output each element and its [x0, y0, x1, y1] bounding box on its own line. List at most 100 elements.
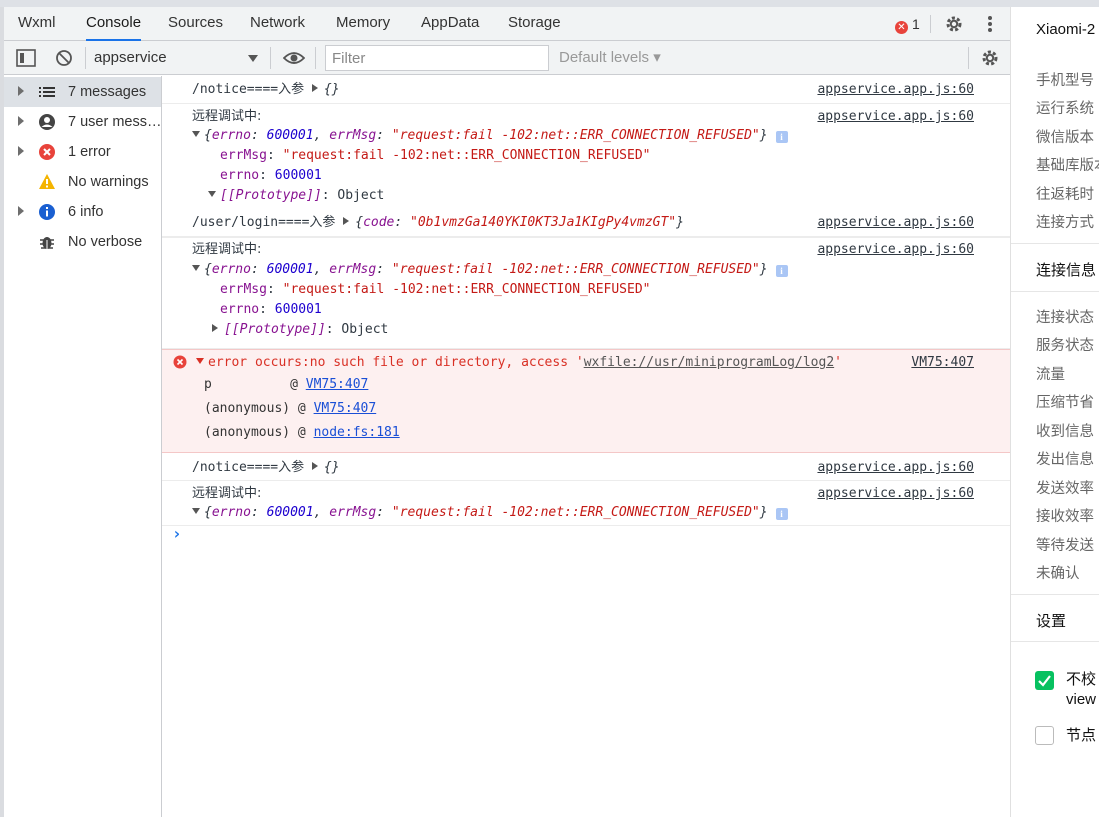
object-preview[interactable]: {errno: 600001, errMsg: "request:fail -1…	[192, 504, 788, 522]
stack-frame: (anonymous) @ VM75:407	[204, 401, 377, 416]
object-preview[interactable]: {}	[324, 82, 340, 97]
tab-network[interactable]: Network	[250, 7, 305, 41]
devtools-panel: Wxml Console Sources Network Memory AppD…	[0, 7, 1010, 817]
section-title: 连接信息	[1036, 262, 1097, 279]
console-message: /notice====入参 {} appservice.app.js:60	[162, 76, 1010, 104]
divider	[1011, 291, 1099, 292]
sidebar-item-verbose[interactable]: No verbose	[4, 227, 161, 257]
tab-console[interactable]: Console	[86, 7, 142, 41]
source-link[interactable]: appservice.app.js:60	[817, 241, 974, 259]
stack-frame: p @ VM75:407	[204, 377, 369, 392]
filter-placeholder: Filter	[332, 50, 366, 67]
property-errno: errno: 600001	[220, 302, 322, 317]
settings-gear-icon[interactable]	[944, 14, 964, 34]
bug-icon	[40, 237, 54, 249]
object-preview[interactable]: {errno: 600001, errMsg: "request:fail -1…	[192, 127, 788, 145]
collapse-arrow-icon[interactable]	[192, 265, 200, 271]
sidebar-item-errors[interactable]: 1 error	[4, 137, 161, 167]
clear-console-icon[interactable]	[55, 49, 73, 67]
conn-label: 收到信息	[1036, 424, 1094, 440]
eye-icon[interactable]	[283, 50, 305, 66]
sidebar-item-label: No verbose	[68, 234, 143, 250]
source-link[interactable]: appservice.app.js:60	[817, 81, 974, 99]
sidebar-item-info[interactable]: 6 info	[4, 197, 161, 227]
tab-storage[interactable]: Storage	[508, 7, 561, 41]
console-message: 远程调试中: appservice.app.js:60 {errno: 6000…	[162, 237, 1010, 349]
expand-arrow-icon[interactable]	[18, 206, 24, 216]
checkbox-label-line2: view	[1066, 691, 1097, 708]
conn-label: 压缩节省	[1036, 395, 1094, 411]
info-icon: i	[775, 508, 788, 520]
expand-arrow-icon[interactable]	[18, 116, 24, 126]
info-label: 连接方式	[1036, 215, 1094, 231]
property-prototype[interactable]: [[Prototype]]: Object	[212, 321, 388, 339]
console-output: /notice====入参 {} appservice.app.js:60 远程…	[162, 76, 1010, 817]
source-link[interactable]: appservice.app.js:60	[817, 459, 974, 477]
divider	[1011, 594, 1099, 595]
conn-label: 发送效率	[1036, 481, 1094, 497]
levels-dropdown[interactable]: Default levels ▾	[559, 48, 661, 66]
console-prompt[interactable]: ›	[172, 524, 182, 543]
more-vertical-icon[interactable]	[986, 14, 994, 34]
info-icon: i	[775, 265, 788, 277]
divider	[1011, 641, 1099, 642]
checkbox-unchecked[interactable]	[1035, 726, 1054, 745]
error-source-link[interactable]: VM75:407	[911, 354, 974, 372]
error-icon	[39, 144, 55, 160]
collapse-arrow-icon[interactable]	[196, 358, 204, 364]
chevron-down-icon[interactable]	[248, 55, 258, 62]
info-label: 微信版本	[1036, 130, 1094, 146]
section-title: 设置	[1036, 613, 1067, 630]
object-preview[interactable]: {errno: 600001, errMsg: "request:fail -1…	[192, 261, 788, 279]
source-link[interactable]: appservice.app.js:60	[817, 108, 974, 126]
collapse-arrow-icon[interactable]	[208, 191, 216, 197]
error-counter[interactable]: ✕ 1	[895, 16, 920, 34]
expand-arrow-icon[interactable]	[311, 84, 318, 92]
console-error-message: error occurs:no such file or directory, …	[162, 349, 1010, 453]
object-preview[interactable]: {}	[324, 460, 340, 475]
sidebar-item-label: 7 messages	[68, 84, 147, 100]
conn-label: 发出信息	[1036, 452, 1094, 468]
error-icon	[173, 355, 187, 369]
tab-sources[interactable]: Sources	[168, 7, 223, 41]
tab-appdata[interactable]: AppData	[421, 7, 479, 41]
tab-wxml[interactable]: Wxml	[18, 7, 56, 41]
context-select[interactable]: appservice	[94, 48, 167, 68]
conn-label: 流量	[1036, 367, 1065, 383]
collapse-arrow-icon[interactable]	[192, 508, 200, 514]
property-prototype[interactable]: [[Prototype]]: Object	[208, 187, 384, 205]
property-errmsg: errMsg: "request:fail -102:net::ERR_CONN…	[220, 148, 651, 163]
sidebar-item-user-messages[interactable]: 7 user mess…	[4, 107, 161, 137]
sidebar-item-warnings[interactable]: No warnings	[4, 167, 161, 197]
error-path-link[interactable]: wxfile://usr/miniprogramLog/log2	[584, 355, 834, 370]
collapse-arrow-icon[interactable]	[192, 131, 200, 137]
stack-frame-link[interactable]: node:fs:181	[314, 425, 400, 440]
expand-arrow-icon[interactable]	[18, 146, 24, 156]
context-select-value: appservice	[94, 49, 167, 66]
sidebar-item-messages[interactable]: 7 messages	[4, 77, 161, 107]
tab-memory[interactable]: Memory	[336, 7, 390, 41]
conn-label: 未确认	[1036, 566, 1080, 582]
source-link[interactable]: appservice.app.js:60	[817, 214, 974, 232]
sidebar-item-label: No warnings	[68, 174, 149, 190]
filter-input[interactable]: Filter	[325, 45, 549, 71]
source-link[interactable]: appservice.app.js:60	[817, 485, 974, 503]
conn-label: 接收效率	[1036, 509, 1094, 525]
divider	[270, 47, 271, 69]
expand-arrow-icon[interactable]	[343, 217, 350, 225]
expand-arrow-icon[interactable]	[212, 324, 218, 332]
info-label: 基础库版本	[1036, 158, 1099, 174]
checkbox-label: 节点	[1066, 727, 1097, 744]
expand-arrow-icon[interactable]	[311, 462, 318, 470]
info-label: 手机型号	[1036, 73, 1094, 89]
object-preview[interactable]: {code: "0b1vmzGa140YKI0KT3Ja1KIgPy4vmzGT…	[355, 215, 684, 230]
checkbox-checked[interactable]	[1035, 671, 1054, 690]
sidebar-toggle-icon[interactable]	[16, 49, 36, 67]
stack-frame-link[interactable]: VM75:407	[314, 401, 377, 416]
stack-frame-link[interactable]: VM75:407	[306, 377, 369, 392]
console-settings-gear-icon[interactable]	[980, 48, 1000, 68]
expand-arrow-icon[interactable]	[18, 86, 24, 96]
list-icon	[39, 87, 55, 97]
log-text: 远程调试中:	[192, 242, 262, 257]
log-text: /user/login====入参 {code: "0b1vmzGa140YKI…	[192, 215, 684, 230]
